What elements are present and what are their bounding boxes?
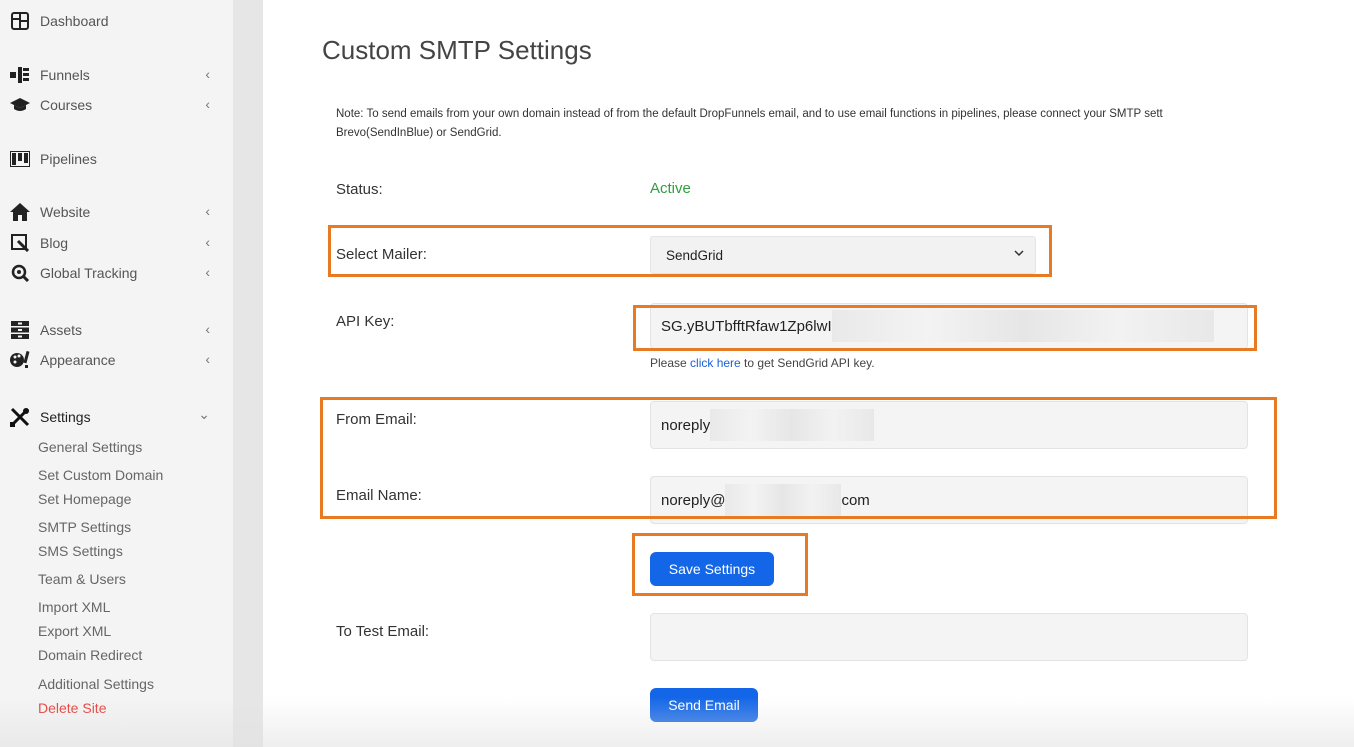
graduation-cap-icon	[10, 95, 30, 115]
assets-icon	[10, 320, 30, 340]
help-text: Please	[650, 356, 691, 370]
sidebar-item-appearance[interactable]: Appearance ‹	[10, 348, 220, 372]
sidebar-item-label: Website	[40, 204, 91, 220]
status-label: Status:	[336, 181, 383, 198]
note-line: Brevo(SendInBlue) or SendGrid.	[336, 127, 502, 139]
tools-icon	[10, 407, 30, 427]
sidebar-subitem-smtp-settings[interactable]: SMTP Settings	[38, 519, 131, 535]
from-email-value: noreply	[661, 416, 711, 434]
sidebar-item-assets[interactable]: Assets ‹	[10, 318, 220, 342]
sidebar-subitem-sms-settings[interactable]: SMS Settings	[38, 543, 123, 559]
sidebar-divider	[233, 0, 263, 747]
redacted-block	[831, 310, 1214, 342]
blog-icon	[10, 233, 30, 253]
sidebar-subitem-delete-site[interactable]: Delete Site	[38, 700, 106, 716]
test-email-label: To Test Email:	[336, 623, 430, 640]
note-line: Note: To send emails from your own domai…	[336, 108, 1163, 120]
sidebar-subitem-domain-redirect[interactable]: Domain Redirect	[38, 647, 142, 663]
sidebar-item-label: Global Tracking	[40, 265, 138, 281]
tracking-icon	[10, 263, 30, 283]
sidebar-subitem-export-xml[interactable]: Export XML	[38, 623, 111, 639]
sidebar-item-pipelines[interactable]: Pipelines	[10, 147, 220, 171]
chevron-left-icon: ‹	[205, 66, 210, 82]
chevron-down-icon: ⌄	[198, 406, 210, 422]
api-key-help: Please click here to get SendGrid API ke…	[650, 356, 875, 370]
test-email-input[interactable]	[650, 613, 1248, 661]
email-name-input[interactable]: noreply@ com	[650, 476, 1248, 524]
sidebar-subitem-set-homepage[interactable]: Set Homepage	[38, 491, 131, 507]
redacted-block	[725, 484, 842, 516]
chevron-left-icon: ‹	[205, 203, 210, 219]
sidebar: Dashboard Funnels ‹ Courses ‹ Pipelines …	[0, 0, 233, 747]
send-email-button[interactable]: Send Email	[650, 688, 758, 722]
api-key-value: SG.yBUTbfftRfaw1Zp6lwI	[661, 317, 832, 335]
email-name-label: Email Name:	[336, 487, 422, 504]
sidebar-subitem-set-custom-domain[interactable]: Set Custom Domain	[38, 467, 163, 483]
sidebar-item-courses[interactable]: Courses ‹	[10, 93, 220, 117]
api-key-input[interactable]: SG.yBUTbfftRfaw1Zp6lwI	[650, 303, 1248, 349]
dashboard-icon	[10, 11, 30, 31]
sidebar-item-label: Blog	[40, 235, 69, 251]
smtp-note: Note: To send emails from your own domai…	[336, 105, 1354, 143]
sidebar-item-label: Assets	[40, 322, 83, 338]
sidebar-subitem-general-settings[interactable]: General Settings	[38, 439, 142, 455]
sidebar-item-label: Funnels	[40, 67, 90, 83]
help-text: to get SendGrid API key.	[740, 356, 875, 370]
from-email-label: From Email:	[336, 411, 417, 428]
chevron-left-icon: ‹	[205, 96, 210, 112]
get-api-key-link[interactable]: click here	[690, 356, 741, 370]
chevron-down-icon	[1013, 247, 1025, 262]
pipeline-icon	[10, 149, 30, 169]
from-email-input[interactable]: noreply	[650, 401, 1248, 449]
sidebar-item-label: Settings	[40, 409, 91, 425]
sidebar-item-funnels[interactable]: Funnels ‹	[10, 63, 220, 87]
sidebar-item-global-tracking[interactable]: Global Tracking ‹	[10, 261, 220, 285]
api-key-label: API Key:	[336, 313, 395, 330]
sidebar-subitem-team-users[interactable]: Team & Users	[38, 571, 126, 587]
chevron-left-icon: ‹	[205, 351, 210, 367]
mailer-label: Select Mailer:	[336, 246, 427, 263]
email-name-prefix: noreply@	[661, 491, 726, 509]
home-icon	[10, 202, 30, 222]
email-name-suffix: com	[841, 491, 870, 509]
sidebar-item-website[interactable]: Website ‹	[10, 200, 220, 224]
chevron-left-icon: ‹	[205, 234, 210, 250]
sidebar-item-label: Pipelines	[40, 151, 97, 167]
save-settings-button[interactable]: Save Settings	[650, 552, 774, 586]
sidebar-item-settings[interactable]: Settings ⌄	[10, 405, 220, 429]
sidebar-item-blog[interactable]: Blog ‹	[10, 231, 220, 255]
sidebar-subitem-import-xml[interactable]: Import XML	[38, 599, 110, 615]
appearance-icon	[10, 350, 30, 370]
sidebar-subitem-additional-settings[interactable]: Additional Settings	[38, 676, 154, 692]
status-badge: Active	[650, 180, 691, 197]
redacted-block	[710, 409, 875, 441]
sidebar-item-label: Courses	[40, 97, 93, 113]
chevron-left-icon: ‹	[205, 321, 210, 337]
funnel-icon	[10, 65, 30, 85]
page-title: Custom SMTP Settings	[322, 35, 592, 65]
sidebar-item-label: Appearance	[40, 352, 116, 368]
chevron-left-icon: ‹	[205, 264, 210, 280]
sidebar-item-label: Dashboard	[40, 13, 109, 29]
mailer-selected-value: SendGrid	[666, 247, 724, 263]
sidebar-item-dashboard[interactable]: Dashboard	[10, 9, 220, 33]
mailer-select[interactable]: SendGrid	[650, 236, 1036, 274]
